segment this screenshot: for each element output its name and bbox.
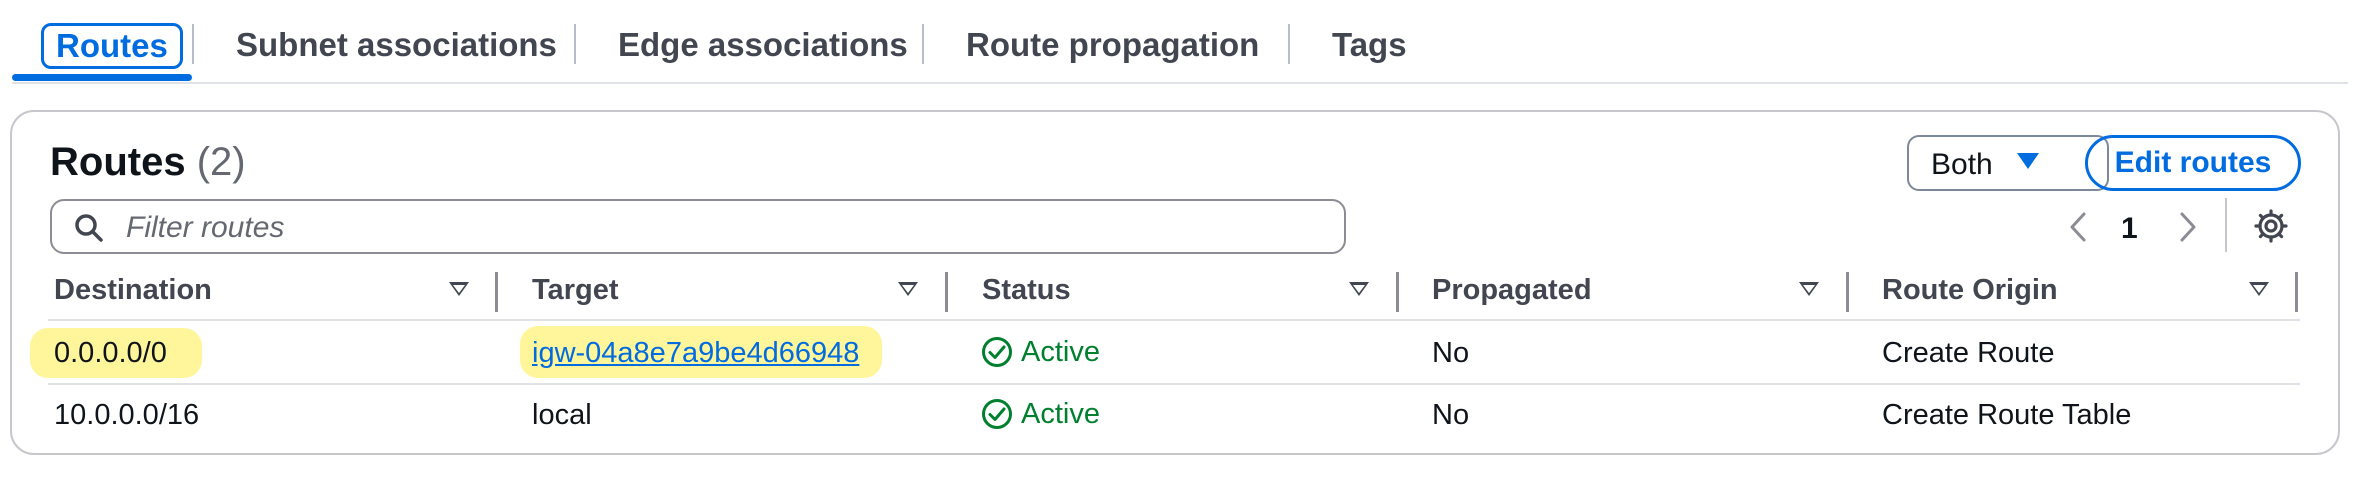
table-cell-route-origin: Create Route — [1882, 337, 2055, 369]
status-text: Active — [1021, 398, 1100, 430]
row-divider — [48, 383, 2300, 385]
status-active: Active — [981, 336, 1121, 370]
caret-down-icon — [2017, 153, 2039, 169]
column-header-propagated[interactable]: Propagated — [1432, 274, 1592, 307]
tab-bar: Routes Subnet associations Edge associat… — [0, 0, 2364, 84]
tab-divider — [1288, 24, 1290, 64]
tab-divider — [192, 24, 194, 64]
column-header-destination[interactable]: Destination — [54, 274, 212, 307]
column-header-route-origin[interactable]: Route Origin — [1882, 274, 2058, 307]
panel-title-text: Routes — [50, 140, 186, 184]
route-type-select-value: Both — [1931, 148, 1993, 181]
status-active: Active — [981, 398, 1121, 432]
tab-subnet-associations[interactable]: Subnet associations — [236, 22, 557, 68]
table-cell-route-origin: Create Route Table — [1882, 399, 2132, 431]
check-circle-icon — [982, 399, 1012, 429]
tab-route-propagation[interactable]: Route propagation — [966, 22, 1259, 68]
search-icon — [75, 214, 103, 242]
tab-routes[interactable]: Routes — [41, 23, 183, 69]
sort-icon[interactable] — [2249, 282, 2269, 296]
pager-divider — [2225, 198, 2227, 252]
column-resizer[interactable] — [1396, 272, 1399, 312]
sort-icon[interactable] — [1349, 282, 1369, 296]
sort-icon[interactable] — [1799, 282, 1819, 296]
target-link[interactable]: igw-04a8e7a9be4d66948 — [532, 337, 859, 370]
table-cell-target: local — [532, 399, 592, 431]
route-count: (2) — [196, 140, 246, 184]
panel-title: Routes (2) — [50, 140, 246, 185]
sort-icon[interactable] — [449, 282, 469, 296]
current-page[interactable]: 1 — [2121, 212, 2138, 246]
column-resizer[interactable] — [1846, 272, 1849, 312]
column-header-target[interactable]: Target — [532, 274, 618, 307]
check-circle-icon — [982, 337, 1012, 367]
route-type-select[interactable]: Both — [1907, 135, 2109, 191]
table-cell-destination: 0.0.0.0/0 — [54, 337, 167, 369]
table-cell-propagated: No — [1432, 337, 1470, 369]
active-tab-indicator — [12, 74, 192, 81]
edit-routes-button[interactable]: Edit routes — [2085, 135, 2301, 191]
tab-divider — [574, 24, 576, 64]
table-cell-propagated: No — [1432, 399, 1470, 431]
tab-divider — [922, 24, 924, 64]
header-divider — [48, 319, 2300, 321]
status-text: Active — [1021, 336, 1100, 368]
column-header-status[interactable]: Status — [982, 274, 1071, 307]
column-resizer[interactable] — [945, 272, 948, 312]
filter-routes-input[interactable] — [124, 208, 1308, 248]
sort-icon[interactable] — [898, 282, 918, 296]
tab-bar-border — [12, 82, 2348, 84]
gear-icon[interactable] — [2253, 208, 2289, 244]
tab-edge-associations[interactable]: Edge associations — [618, 22, 908, 68]
tab-tags[interactable]: Tags — [1332, 22, 1407, 68]
chevron-left-icon[interactable] — [2066, 210, 2090, 244]
filter-routes-field[interactable] — [50, 199, 1346, 254]
chevron-right-icon[interactable] — [2176, 210, 2200, 244]
column-resizer[interactable] — [495, 272, 498, 312]
column-resizer[interactable] — [2295, 272, 2298, 312]
table-cell-destination: 10.0.0.0/16 — [54, 399, 200, 431]
